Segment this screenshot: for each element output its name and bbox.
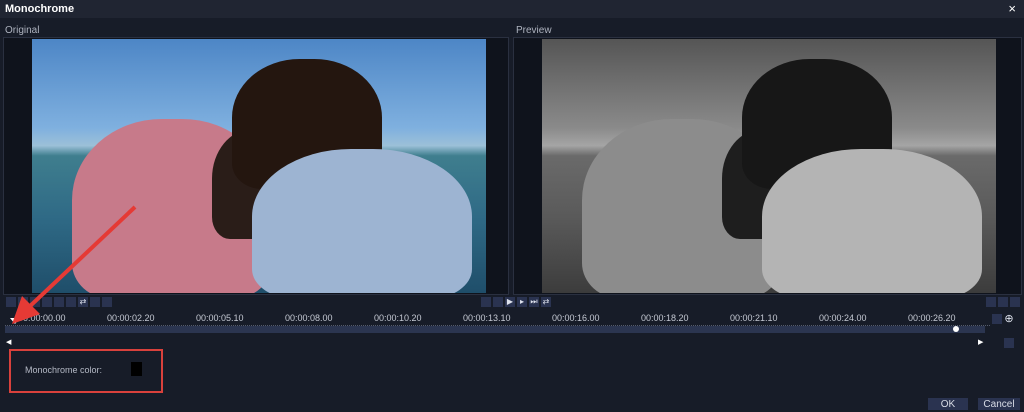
annotation-arrow: [0, 0, 1024, 408]
